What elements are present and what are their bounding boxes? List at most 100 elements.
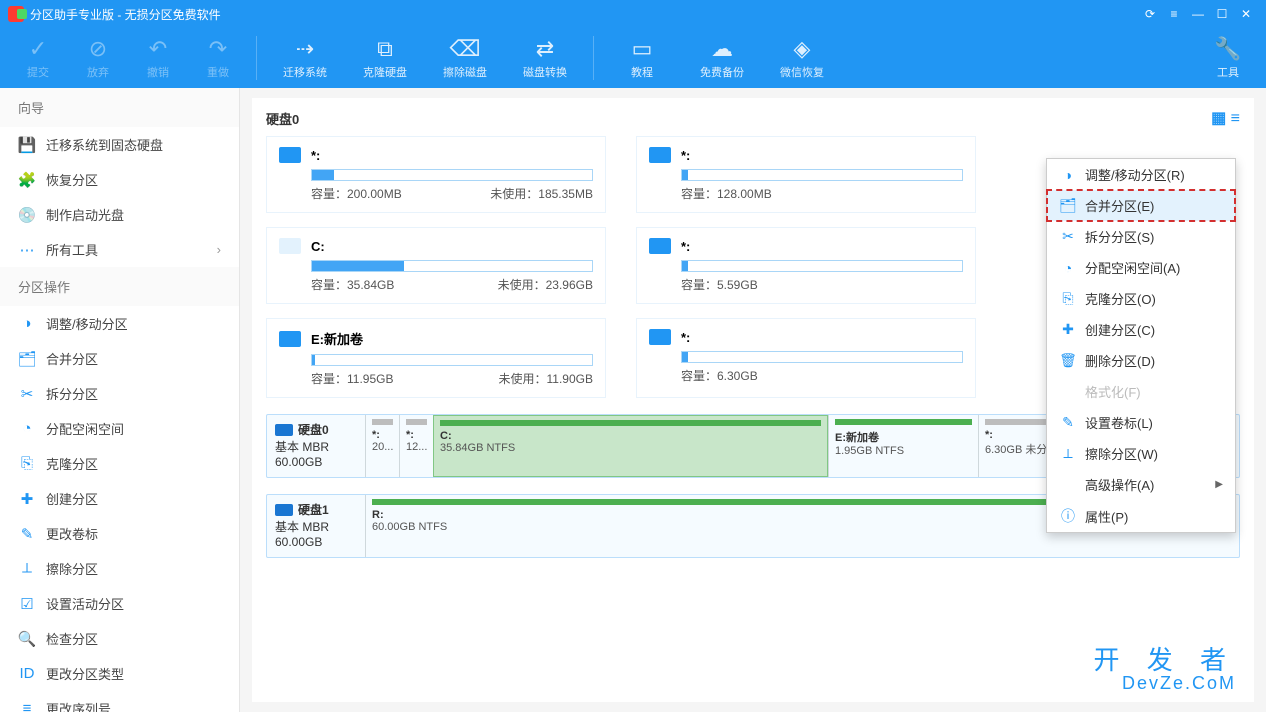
disk-segment[interactable]: C:35.84GB NTFS bbox=[433, 415, 828, 477]
sidebar-wizard-item[interactable]: 🧩 恢复分区 bbox=[0, 162, 239, 197]
menu-item-label: 高级操作(A) bbox=[1085, 475, 1154, 494]
drive-icon bbox=[649, 238, 671, 254]
context-menu-item[interactable]: ✎设置卷标(L) bbox=[1047, 407, 1235, 438]
sidebar-op-item[interactable]: ≡更改序列号 bbox=[0, 691, 239, 712]
sidebar-item-label: 分配空闲空间 bbox=[46, 419, 124, 438]
disk-info: 硬盘0基本 MBR60.00GB bbox=[267, 415, 365, 477]
disk-segment[interactable]: *:12... bbox=[399, 415, 433, 477]
redo-button[interactable]: ↷重做 bbox=[188, 36, 248, 80]
discard-button[interactable]: ⊘放弃 bbox=[68, 36, 128, 80]
sidebar-item-label: 制作启动光盘 bbox=[46, 205, 124, 224]
sidebar-op-item[interactable]: 🗂合并分区 bbox=[0, 341, 239, 376]
wechat-recover-button[interactable]: ◈微信恢复 bbox=[762, 36, 842, 80]
drive-icon bbox=[279, 147, 301, 163]
menu-item-label: 属性(P) bbox=[1085, 507, 1128, 526]
view-toggle-icon[interactable]: ▦ ≡ bbox=[1211, 108, 1240, 128]
tutorial-button[interactable]: ▭教程 bbox=[602, 36, 682, 80]
context-menu-item: 格式化(F) bbox=[1047, 376, 1235, 407]
partition-name: *: bbox=[681, 330, 690, 345]
partition-free: 未使用：185.35MB bbox=[490, 185, 593, 202]
partition-free: 未使用：23.96GB bbox=[498, 276, 593, 293]
migrate-os-button[interactable]: ⇢迁移系统 bbox=[265, 36, 345, 80]
menu-item-label: 拆分分区(S) bbox=[1085, 227, 1154, 246]
context-menu-item[interactable]: ⓘ属性(P) bbox=[1047, 500, 1235, 532]
watermark: 开 发 者 DevZe.CoM bbox=[1094, 646, 1236, 694]
tools-button[interactable]: 🔧工具 bbox=[1198, 36, 1258, 80]
sidebar-wizard-item[interactable]: ⋯所有工具› bbox=[0, 232, 239, 267]
wizard-icon: ⋯ bbox=[18, 241, 36, 259]
partition-card[interactable]: *: 容量：128.00MB bbox=[636, 136, 976, 213]
drive-icon bbox=[649, 329, 671, 345]
partition-capacity: 容量：5.59GB bbox=[681, 276, 758, 293]
refresh-icon[interactable]: ⟳ bbox=[1138, 6, 1162, 22]
context-menu-item[interactable]: ⟂擦除分区(W) bbox=[1047, 438, 1235, 469]
op-icon: 🗂 bbox=[18, 350, 36, 368]
main-area: 硬盘0 ▦ ≡ *: 容量：200.00MB未使用：185.35MB*: 容量：… bbox=[240, 88, 1266, 712]
sidebar-op-item[interactable]: ID 更改分区类型 bbox=[0, 656, 239, 691]
sidebar-op-item[interactable]: 🔍检查分区 bbox=[0, 621, 239, 656]
clone-disk-button[interactable]: ⧉克隆硬盘 bbox=[345, 36, 425, 80]
op-icon: ☑ bbox=[18, 595, 36, 613]
op-icon: ID bbox=[18, 665, 36, 683]
sidebar-op-item[interactable]: ◑ 调整/移动分区 bbox=[0, 306, 239, 341]
menu-item-icon: 🗂 bbox=[1059, 197, 1077, 214]
undo-button[interactable]: ↶撤销 bbox=[128, 36, 188, 80]
title-bar: 分区助手专业版 - 无损分区免费软件 ⟳ ≡ — ☐ ✕ bbox=[0, 0, 1266, 28]
partition-card[interactable]: *: 容量：5.59GB bbox=[636, 227, 976, 304]
context-menu-item[interactable]: ⎘克隆分区(O) bbox=[1047, 283, 1235, 314]
context-menu-item[interactable]: ◑调整/移动分区(R) bbox=[1047, 159, 1235, 190]
partition-card[interactable]: E:新加卷 容量：11.95GB未使用：11.90GB bbox=[266, 318, 606, 398]
partition-name: C: bbox=[311, 239, 325, 254]
sidebar-item-label: 擦除分区 bbox=[46, 559, 98, 578]
partition-free: 未使用：11.90GB bbox=[499, 370, 593, 387]
sidebar-op-item[interactable]: ⟂擦除分区 bbox=[0, 551, 239, 586]
disk-icon bbox=[275, 424, 293, 436]
sidebar-op-item[interactable]: ✚创建分区 bbox=[0, 481, 239, 516]
op-icon: ◑ bbox=[18, 315, 36, 333]
drive-icon bbox=[279, 238, 301, 254]
partition-capacity: 容量：200.00MB bbox=[311, 185, 402, 202]
usage-bar bbox=[311, 354, 593, 366]
sidebar-wizard-item[interactable]: 💿制作启动光盘 bbox=[0, 197, 239, 232]
partition-name: E:新加卷 bbox=[311, 329, 363, 348]
disk-segment[interactable]: E:新加卷1.95GB NTFS bbox=[828, 415, 978, 477]
disk-info: 硬盘1基本 MBR60.00GB bbox=[267, 495, 365, 557]
wipe-disk-button[interactable]: ⌫擦除磁盘 bbox=[425, 36, 505, 80]
sidebar-item-label: 拆分分区 bbox=[46, 384, 98, 403]
convert-disk-button[interactable]: ⇄磁盘转换 bbox=[505, 36, 585, 80]
menu-item-label: 擦除分区(W) bbox=[1085, 444, 1158, 463]
sidebar-op-item[interactable]: ✎更改卷标 bbox=[0, 516, 239, 551]
sidebar-op-item[interactable]: ✂ 拆分分区 bbox=[0, 376, 239, 411]
sidebar-wizard-item[interactable]: 💾迁移系统到固态硬盘 bbox=[0, 127, 239, 162]
menu-item-icon: ✎ bbox=[1059, 414, 1077, 431]
menu-item-icon: ✂ bbox=[1059, 228, 1077, 245]
context-menu-item[interactable]: 高级操作(A)▶ bbox=[1047, 469, 1235, 500]
context-menu-item[interactable]: ✂ 拆分分区(S) bbox=[1047, 221, 1235, 252]
menu-item-icon: ✚ bbox=[1059, 321, 1077, 338]
partition-card[interactable]: *: 容量：6.30GB bbox=[636, 318, 976, 398]
wizard-icon: 🧩 bbox=[18, 171, 36, 189]
sidebar-op-item[interactable]: ⎘克隆分区 bbox=[0, 446, 239, 481]
context-menu-item[interactable]: 🗑删除分区(D) bbox=[1047, 345, 1235, 376]
menu-icon[interactable]: ≡ bbox=[1162, 6, 1186, 22]
sidebar-op-item[interactable]: ◔分配空闲空间 bbox=[0, 411, 239, 446]
context-menu-item[interactable]: ✚创建分区(C) bbox=[1047, 314, 1235, 345]
menu-item-label: 调整/移动分区(R) bbox=[1085, 165, 1185, 184]
minimize-icon[interactable]: — bbox=[1186, 6, 1210, 22]
context-menu-item[interactable]: 🗂合并分区(E) bbox=[1047, 190, 1235, 221]
menu-item-label: 分配空闲空间(A) bbox=[1085, 258, 1180, 277]
backup-button[interactable]: ☁免费备份 bbox=[682, 36, 762, 80]
partition-card[interactable]: C: 容量：35.84GB未使用：23.96GB bbox=[266, 227, 606, 304]
sidebar-item-label: 更改分区类型 bbox=[46, 664, 124, 683]
partition-card[interactable]: *: 容量：200.00MB未使用：185.35MB bbox=[266, 136, 606, 213]
close-icon[interactable]: ✕ bbox=[1234, 6, 1258, 22]
sidebar-op-item[interactable]: ☑设置活动分区 bbox=[0, 586, 239, 621]
sidebar-item-label: 恢复分区 bbox=[46, 170, 98, 189]
context-menu-item[interactable]: ◔分配空闲空间(A) bbox=[1047, 252, 1235, 283]
maximize-icon[interactable]: ☐ bbox=[1210, 6, 1234, 22]
disk-segment[interactable]: *:20... bbox=[365, 415, 399, 477]
commit-button[interactable]: ✓提交 bbox=[8, 36, 68, 80]
sidebar-item-label: 所有工具 bbox=[46, 240, 98, 259]
op-icon: ✂ bbox=[18, 385, 36, 403]
sidebar-item-label: 调整/移动分区 bbox=[46, 314, 128, 333]
